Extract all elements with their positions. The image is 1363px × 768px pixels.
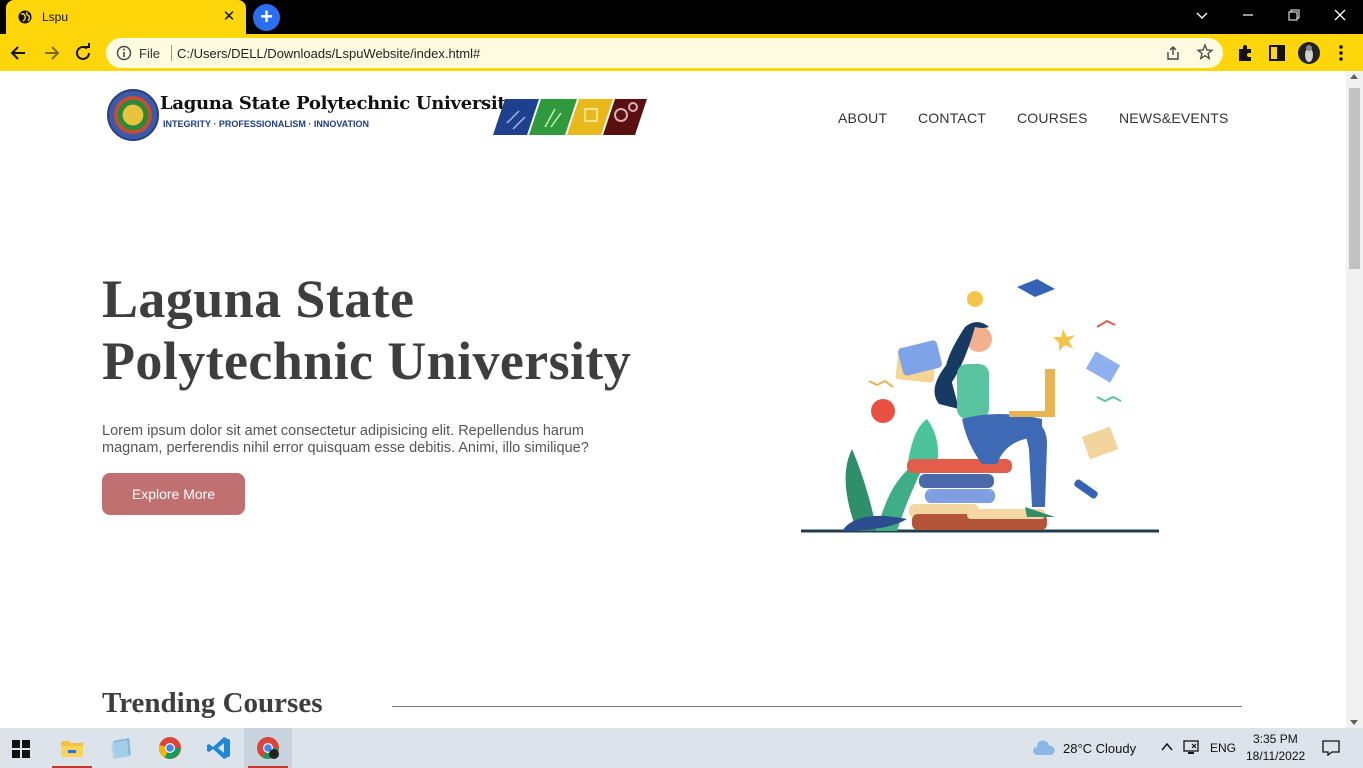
clock-date[interactable]: 18/11/2022: [1246, 749, 1305, 763]
scrollbar-thumb[interactable]: [1349, 88, 1360, 269]
tab-title: Lspu: [42, 10, 69, 24]
windows-start-icon[interactable]: [12, 740, 30, 758]
hero-title-line-2: Polytechnic University: [102, 331, 632, 391]
network-icon[interactable]: [1183, 740, 1201, 756]
browser-toolbar: File C:/Users/DELL/Downloads/LspuWebsite…: [0, 34, 1363, 71]
taskbar-vscode[interactable]: [195, 728, 243, 768]
logo-stripes-icon: [493, 99, 647, 135]
app-stack-icon: [111, 738, 131, 759]
scroll-down-icon[interactable]: [1350, 720, 1358, 725]
weather-text[interactable]: 28°C Cloudy: [1063, 741, 1136, 756]
taskbar-file-explorer[interactable]: [48, 728, 96, 768]
clock-time[interactable]: 3:35 PM: [1253, 732, 1298, 746]
section-divider: [392, 706, 1242, 707]
page-viewport: Laguna State Polytechnic University INTE…: [0, 71, 1346, 728]
reload-icon[interactable]: [70, 40, 96, 66]
taskbar-chrome-profile[interactable]: [244, 728, 292, 768]
hero-title-line-1: Laguna State: [102, 269, 415, 329]
url-text[interactable]: C:/Users/DELL/Downloads/LspuWebsite/inde…: [177, 46, 480, 61]
hero-description: Lorem ipsum dolor sit amet consectetur a…: [102, 423, 589, 456]
forward-icon[interactable]: [38, 40, 64, 66]
menu-dots-icon[interactable]: [1328, 40, 1354, 66]
tab-search-icon[interactable]: [1179, 0, 1225, 30]
student-laptop-illustration: [801, 279, 1159, 533]
language-indicator[interactable]: ENG: [1210, 741, 1236, 755]
globe-icon: [18, 10, 32, 24]
url-scheme-label: File: [139, 46, 160, 61]
browser-tab[interactable]: Lspu ✕: [6, 0, 246, 34]
logo-tagline: INTEGRITY · PROFESSIONALISM · INNOVATION: [163, 119, 370, 129]
new-tab-button[interactable]: +: [253, 4, 280, 31]
notification-icon[interactable]: [1322, 740, 1340, 756]
nav-courses[interactable]: COURSES: [1017, 110, 1088, 126]
university-seal-icon: [107, 89, 159, 141]
taskbar-chrome[interactable]: [146, 728, 194, 768]
bookmark-star-icon[interactable]: [1196, 43, 1214, 61]
nav-contact[interactable]: CONTACT: [918, 110, 986, 126]
browser-titlebar: Lspu ✕ +: [0, 0, 1363, 34]
profile-avatar-icon[interactable]: [1296, 40, 1322, 66]
folder-icon: [61, 741, 83, 757]
taskbar-app-generic[interactable]: [97, 728, 145, 768]
url-separator: [171, 45, 172, 61]
hero-title: Laguna State Polytechnic University: [102, 268, 702, 392]
trending-courses-title: Trending Courses: [102, 687, 323, 719]
nav-about[interactable]: ABOUT: [838, 110, 887, 126]
university-logo[interactable]: Laguna State Polytechnic University INTE…: [107, 89, 647, 145]
page-scrollbar[interactable]: [1346, 71, 1363, 728]
info-icon[interactable]: [116, 45, 132, 61]
windows-taskbar: 28°C Cloudy ENG 3:35 PM 18/11/2022: [0, 728, 1363, 768]
chrome-icon: [159, 737, 181, 759]
close-window-icon[interactable]: [1317, 0, 1363, 30]
share-icon[interactable]: [1164, 44, 1182, 62]
extensions-icon[interactable]: [1232, 40, 1258, 66]
chrome-profile-icon: [257, 737, 279, 759]
vscode-icon: [207, 737, 230, 759]
back-icon[interactable]: [6, 40, 32, 66]
minimize-icon[interactable]: [1225, 0, 1271, 30]
scroll-up-icon[interactable]: [1350, 74, 1358, 79]
tab-close-icon[interactable]: ✕: [220, 8, 238, 26]
explore-more-button[interactable]: Explore More: [102, 473, 245, 515]
nav-news-events[interactable]: NEWS&EVENTS: [1119, 110, 1229, 126]
chevron-up-icon[interactable]: [1161, 742, 1173, 752]
address-bar[interactable]: File C:/Users/DELL/Downloads/LspuWebsite…: [106, 38, 1223, 68]
logo-name: Laguna State Polytechnic University: [160, 93, 516, 114]
cloud-weather-icon[interactable]: [1032, 740, 1056, 756]
side-panel-icon[interactable]: [1264, 40, 1290, 66]
restore-icon[interactable]: [1271, 0, 1317, 30]
